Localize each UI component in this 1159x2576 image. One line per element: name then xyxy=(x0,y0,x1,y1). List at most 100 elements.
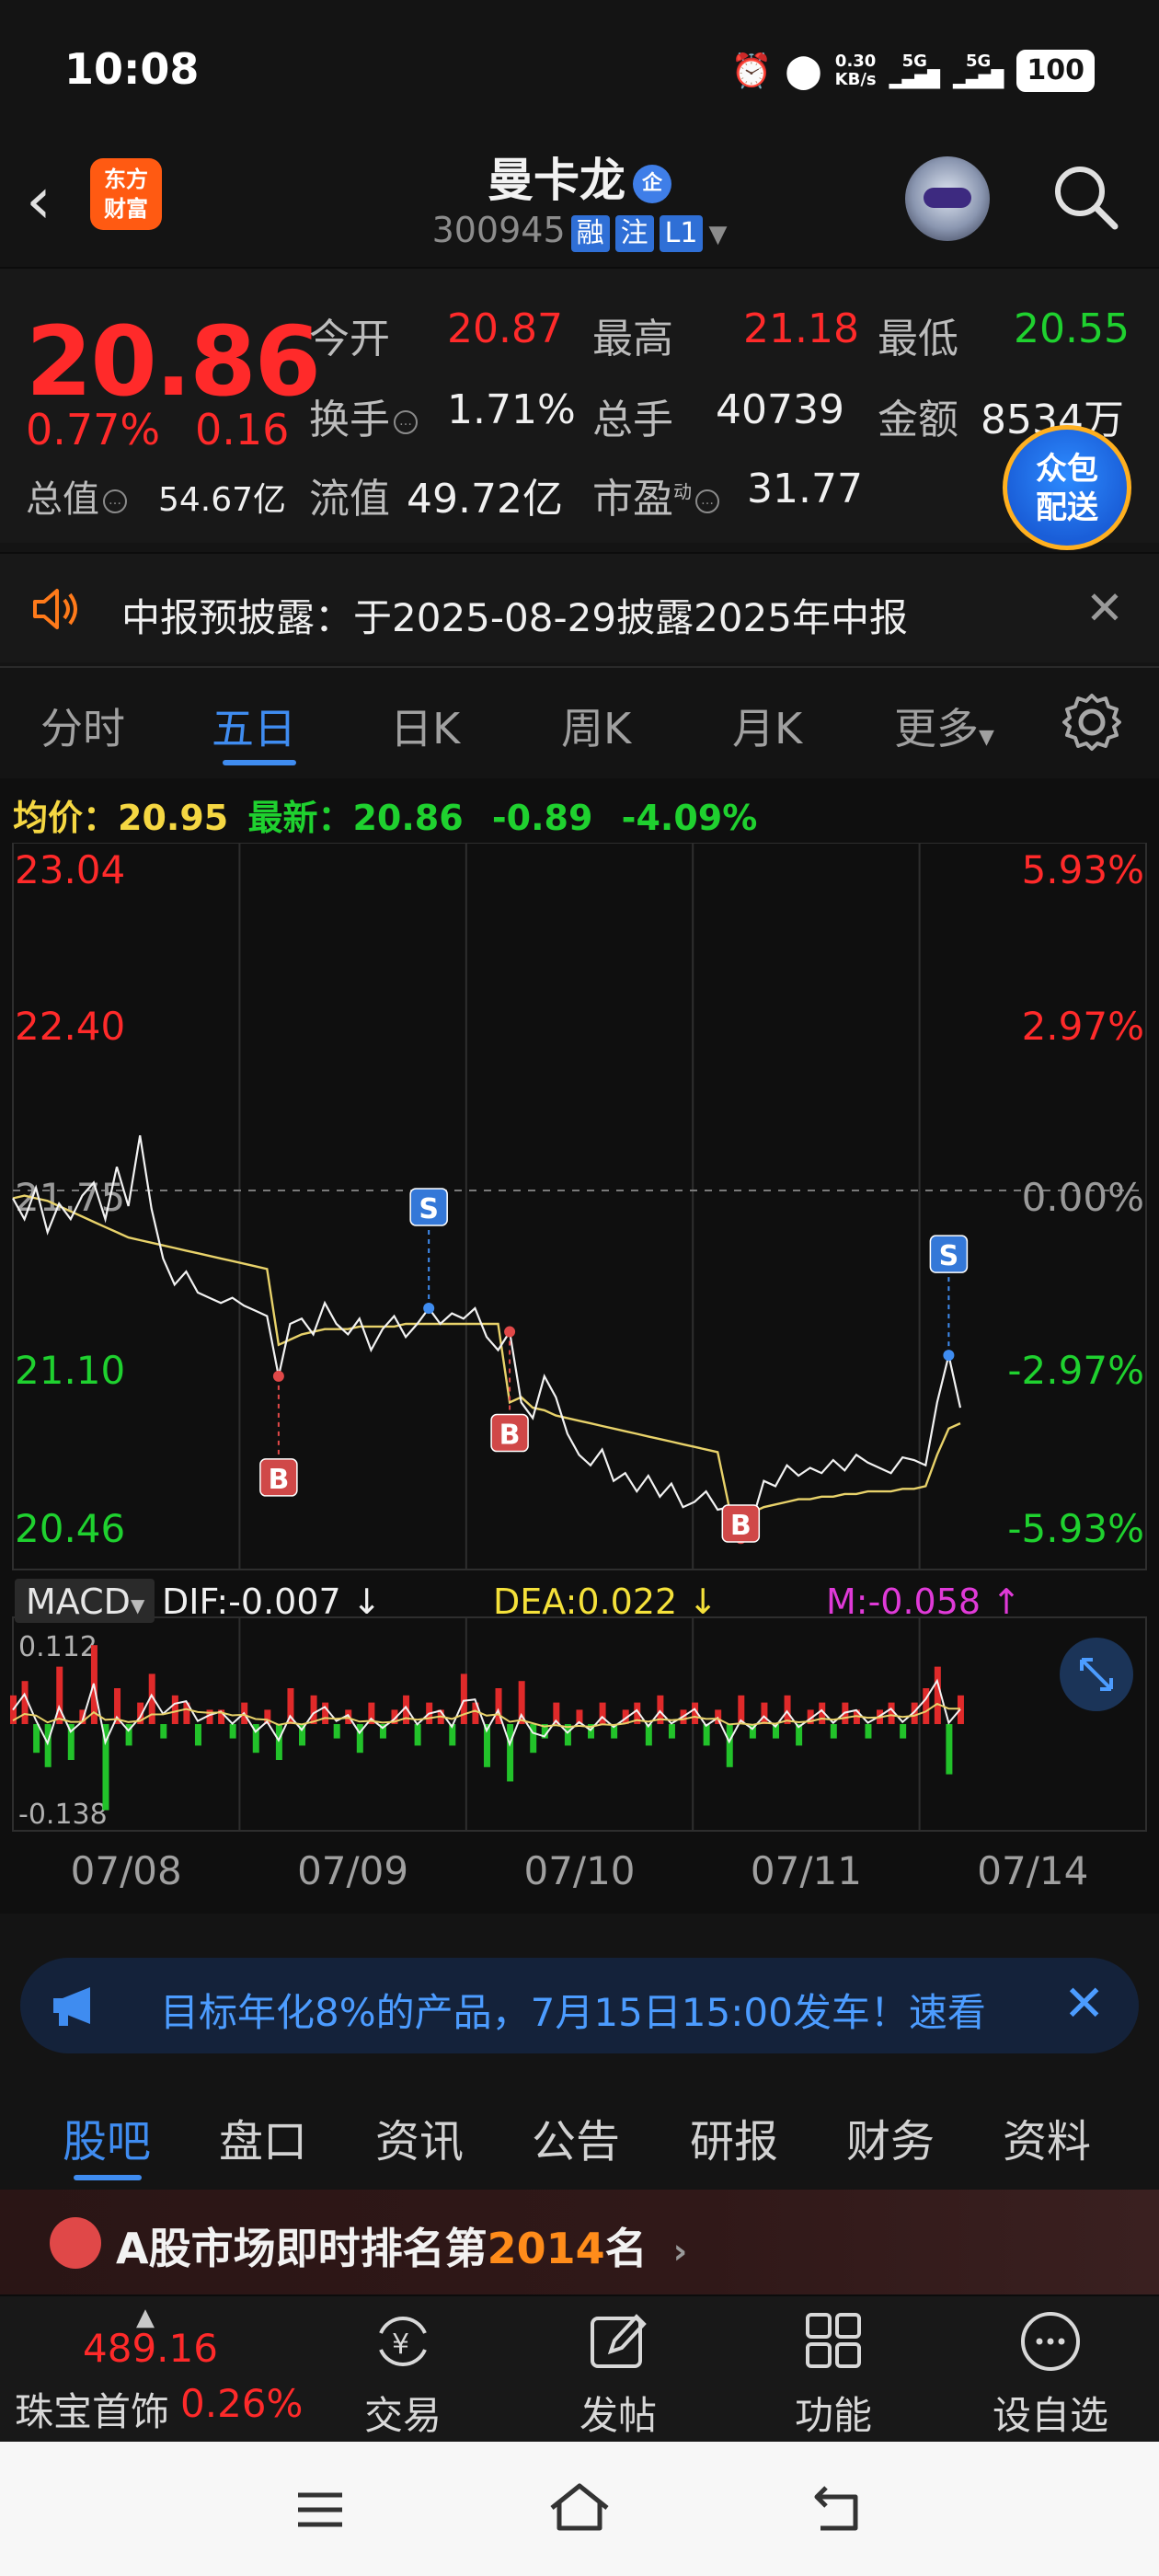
stock-header: ‹ 东方 财富 曼卡龙企 300945 融注 L1 ▼ xyxy=(0,138,1159,267)
tab-five-day[interactable]: 五日 xyxy=(212,696,296,756)
market-cap-label[interactable]: 总值… xyxy=(26,469,127,523)
net-speed-unit: KB/s xyxy=(834,70,877,89)
high-label: 最高 xyxy=(592,316,673,362)
rank-chart-icon xyxy=(50,2217,101,2269)
macd-bar xyxy=(726,1724,733,1767)
sector-index-value: 489.16 xyxy=(83,2326,218,2371)
tab-weekly-k[interactable]: 周K xyxy=(561,696,631,756)
rank-number: 2014 xyxy=(487,2224,605,2273)
avg-price-label: 均价： xyxy=(13,798,119,838)
post-button[interactable]: 发帖 xyxy=(545,2309,692,2441)
signal-2: 5G ▂▄▆█ xyxy=(953,52,1004,89)
expand-button[interactable] xyxy=(1060,1638,1133,1711)
macd-m: M:-0.058 ↑ xyxy=(826,1581,1021,1622)
edit-icon xyxy=(591,2314,647,2368)
speaker-icon xyxy=(33,589,77,629)
tab-order-book[interactable]: 盘口 xyxy=(219,2105,307,2169)
rank-suffix: 名 xyxy=(604,2224,648,2273)
assistant-robot-icon[interactable] xyxy=(905,156,990,241)
close-icon[interactable]: ✕ xyxy=(1063,1974,1105,2032)
macd-bar xyxy=(414,1724,421,1746)
tag-level: L1 xyxy=(659,215,704,252)
macd-top-tick: 0.112 xyxy=(18,1631,98,1663)
macd-bar xyxy=(599,1702,606,1724)
five-day-chart[interactable]: 均价：20.95 最新：20.86 -0.89 -4.09% 23.04 22.4… xyxy=(0,778,1159,1914)
status-icons: ⏰ ⬤ 0.30 KB/s 5G ▂▄▆█ 5G ▂▄▆█ 100 xyxy=(731,46,1095,96)
tab-financials[interactable]: 财务 xyxy=(846,2105,935,2169)
tab-news[interactable]: 资讯 xyxy=(375,2105,464,2169)
left-tick-label: 22.40 xyxy=(15,1004,125,1049)
open-value: 20.87 xyxy=(447,305,563,352)
macd-bar xyxy=(645,1724,652,1746)
tab-monthly-k[interactable]: 月K xyxy=(732,696,802,756)
right-tick-label: 2.97% xyxy=(1022,1004,1144,1049)
marker-label: B xyxy=(499,1420,521,1452)
info-tabs: 股吧 盘口 资讯 公告 研报 财务 资料 xyxy=(0,2076,1159,2190)
avg-price-value: 20.95 xyxy=(118,798,229,838)
rank-text: A股市场即时排名第2014名 › xyxy=(116,2215,687,2276)
latest-label: 最新： xyxy=(247,798,353,838)
promo-delivery-button[interactable]: 众包 配送 xyxy=(1003,425,1131,550)
amount-label: 金额 xyxy=(878,397,958,443)
sector-index-pct: 0.26% xyxy=(180,2381,304,2426)
marker-point xyxy=(423,1302,435,1314)
marker-label: B xyxy=(730,1510,752,1542)
menu-icon[interactable] xyxy=(293,2482,348,2537)
tab-research[interactable]: 研报 xyxy=(690,2105,778,2169)
right-tick-label: -2.97% xyxy=(1007,1348,1144,1393)
price-line xyxy=(12,1135,962,1541)
marker-label: S xyxy=(419,1193,439,1225)
macd-bar xyxy=(946,1724,953,1775)
tab-more-label: 更多 xyxy=(894,704,979,753)
pe-value: 31.77 xyxy=(747,466,863,512)
macd-dea: DEA:0.022 ↓ xyxy=(493,1581,717,1622)
tab-more[interactable]: 更多▼ xyxy=(894,696,994,756)
info-icon: … xyxy=(103,489,127,513)
stock-name: 曼卡龙 xyxy=(488,154,625,207)
signal-1: 5G ▂▄▆█ xyxy=(889,52,940,89)
macd-label: MACD xyxy=(26,1581,131,1622)
tab-announcements[interactable]: 公告 xyxy=(532,2105,620,2169)
macd-bar xyxy=(888,1702,895,1724)
pe-label-text: 市盈 xyxy=(592,476,673,523)
tab-profile[interactable]: 资料 xyxy=(1003,2105,1091,2169)
macd-bar xyxy=(33,1724,40,1754)
macd-bar xyxy=(194,1724,201,1746)
date-label: 07/14 xyxy=(977,1848,1088,1893)
promo-line-1: 众包 xyxy=(1036,451,1098,488)
dropdown-caret-icon: ▼ xyxy=(131,1594,145,1616)
turnover-label[interactable]: 换手… xyxy=(309,386,418,445)
search-icon[interactable] xyxy=(1049,160,1122,234)
macd-dea-text: DEA:0.022 xyxy=(493,1581,677,1622)
pe-superscript: 动 xyxy=(673,480,692,503)
marker-label: B xyxy=(268,1464,289,1496)
left-tick-label: 20.46 xyxy=(15,1506,125,1551)
promo-banner[interactable]: 目标年化8%的产品，7月15日15:00发车！速看 ✕ xyxy=(20,1958,1139,2053)
pe-label[interactable]: 市盈动… xyxy=(592,466,719,524)
avg-price-line xyxy=(12,1194,961,1514)
close-icon[interactable]: ✕ xyxy=(1085,581,1124,635)
market-cap-label-text: 总值 xyxy=(26,478,99,521)
tab-forum[interactable]: 股吧 xyxy=(63,2105,151,2169)
sector-index-name: 珠宝首饰 xyxy=(15,2389,170,2434)
turnover-value: 1.71% xyxy=(447,386,576,433)
tab-intraday[interactable]: 分时 xyxy=(40,696,125,756)
info-icon: … xyxy=(394,410,418,434)
signal-1-label: 5G xyxy=(901,52,927,71)
announcement-bar[interactable]: 中报预披露：于2025-08-29披露2025年中报 ✕ xyxy=(0,552,1159,662)
function-button[interactable]: 功能 xyxy=(760,2309,907,2441)
back-nav-icon[interactable] xyxy=(809,2480,868,2536)
market-rank-strip[interactable]: A股市场即时排名第2014名 › xyxy=(0,2190,1159,2294)
add-watchlist-button[interactable]: 设自选 xyxy=(977,2309,1124,2441)
macd-bar xyxy=(761,1702,768,1724)
home-icon[interactable] xyxy=(546,2478,613,2537)
trade-button[interactable]: ¥ 交易 xyxy=(329,2309,476,2441)
macd-bar xyxy=(275,1724,282,1760)
high-value: 21.18 xyxy=(743,305,859,352)
turnover-label-text: 换手 xyxy=(309,397,390,443)
tab-daily-k[interactable]: 日K xyxy=(390,696,460,756)
gear-icon[interactable] xyxy=(1058,688,1126,756)
latest-change: -0.89 xyxy=(491,798,593,838)
alarm-icon: ⏰ xyxy=(730,52,773,90)
more-dots-icon xyxy=(1021,2312,1080,2371)
